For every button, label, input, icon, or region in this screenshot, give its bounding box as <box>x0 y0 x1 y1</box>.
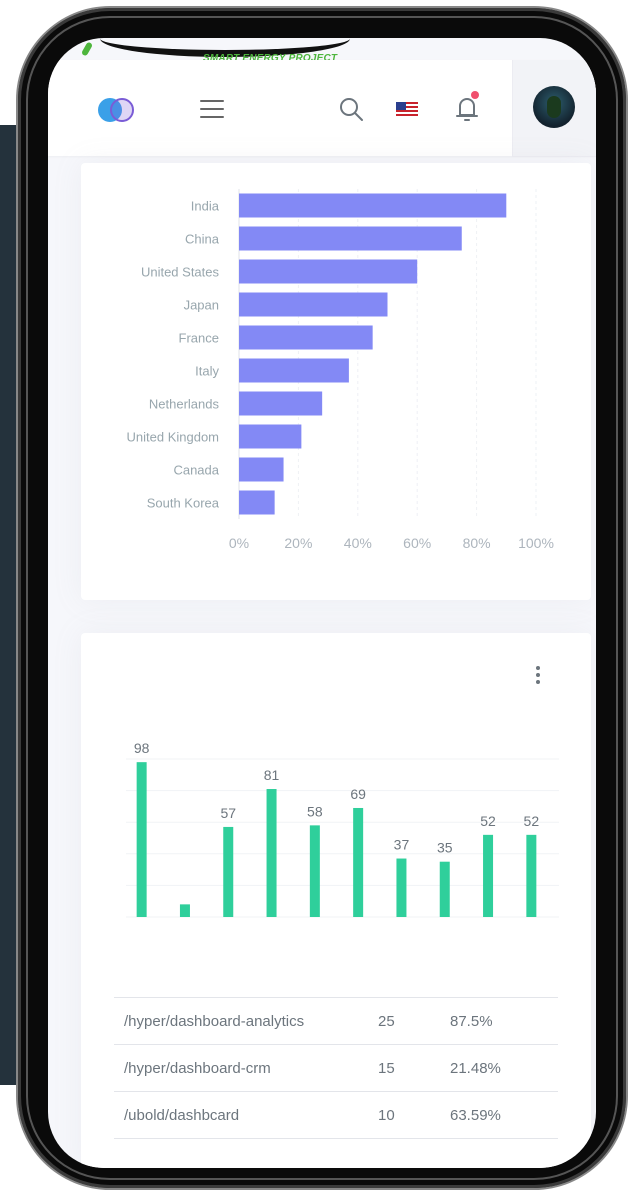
session-bar <box>179 904 190 917</box>
profile-menu[interactable] <box>512 60 596 157</box>
country-chart-card: 0% 20% 40% 60% 80% 100% India China United State… <box>81 163 591 600</box>
bar-value-label: 37 <box>394 837 410 853</box>
category-label: United States <box>141 265 220 280</box>
x-tick-label: 20% <box>284 535 312 551</box>
bar-value-label: 35 <box>437 840 453 856</box>
sessions-bar-chart: 98 57 81 58 69 37 35 52 52 <box>126 740 559 918</box>
country-bar <box>239 424 302 449</box>
category-label: China <box>185 232 220 247</box>
session-bar <box>266 789 277 917</box>
country-bar <box>239 193 507 218</box>
x-tick-label: 100% <box>518 535 554 551</box>
bar-value-label: 81 <box>264 767 280 783</box>
phone-screen: SMART ENERGY PROJECT 0% 20% 40% 60% 80% … <box>48 38 596 1168</box>
country-bar <box>239 490 275 515</box>
notification-dot <box>471 91 479 99</box>
x-tick-label: 80% <box>463 535 491 551</box>
views-cell: 10 <box>378 1091 450 1139</box>
sessions-card: 98 57 81 58 69 37 35 52 52 /hyper/dashboard-anal… <box>81 633 591 1168</box>
country-bar <box>239 391 323 416</box>
country-bar <box>239 259 418 284</box>
category-label: Canada <box>173 463 219 478</box>
session-bar <box>353 807 364 917</box>
bar-value-label: 52 <box>524 813 540 829</box>
rate-cell: 87.5% <box>450 997 558 1045</box>
rate-cell: 21.48% <box>450 1044 558 1092</box>
app-logo[interactable] <box>98 98 140 122</box>
country-bar <box>239 358 349 383</box>
category-label: United Kingdom <box>127 430 220 445</box>
page-path-cell: /hyper/dashboard-analytics <box>114 997 378 1045</box>
country-bar-chart: 0% 20% 40% 60% 80% 100% India China United State… <box>127 189 554 551</box>
session-bar <box>439 861 450 917</box>
page-path-cell: /ubold/dashbcard <box>114 1091 378 1139</box>
category-label: Netherlands <box>149 397 220 412</box>
country-bar <box>239 226 462 251</box>
session-bar <box>309 825 320 917</box>
menu-icon[interactable] <box>200 100 224 118</box>
pages-table: /hyper/dashboard-analytics 25 87.5%/hyper/… <box>114 997 558 1139</box>
category-label: South Korea <box>147 496 220 511</box>
avatar[interactable] <box>533 86 575 128</box>
bar-value-label: 57 <box>220 805 236 821</box>
x-tick-label: 60% <box>403 535 431 551</box>
search-icon[interactable] <box>338 96 364 122</box>
category-label: Japan <box>184 298 219 313</box>
page-path-cell: /hyper/dashboard-crm <box>114 1044 378 1092</box>
category-label: Italy <box>195 364 219 379</box>
bar-value-label: 69 <box>350 786 366 802</box>
session-bar <box>223 826 234 917</box>
table-row: /ubold/dashbcard 10 63.59% <box>114 1091 558 1139</box>
us-flag-icon[interactable] <box>396 102 418 117</box>
session-bar <box>136 762 147 917</box>
topbar <box>48 60 596 157</box>
leaf-icon <box>80 41 94 57</box>
x-tick-label: 40% <box>344 535 372 551</box>
session-bar <box>483 834 494 917</box>
bar-value-label: 58 <box>307 803 323 819</box>
country-bar <box>239 457 284 482</box>
rate-cell: 63.59% <box>450 1091 558 1139</box>
table-row: /hyper/dashboard-analytics 25 87.5% <box>114 997 558 1045</box>
views-cell: 25 <box>378 997 450 1045</box>
country-bar <box>239 325 373 350</box>
country-bar <box>239 292 388 317</box>
session-bar <box>396 858 407 917</box>
views-cell: 15 <box>378 1044 450 1092</box>
category-label: India <box>191 199 220 214</box>
session-bar <box>526 834 537 917</box>
x-tick-label: 0% <box>229 535 249 551</box>
bar-value-label: 98 <box>134 740 150 756</box>
category-label: France <box>179 331 219 346</box>
bar-value-label: 52 <box>480 813 496 829</box>
table-row: /hyper/dashboard-crm 15 21.48% <box>114 1044 558 1092</box>
